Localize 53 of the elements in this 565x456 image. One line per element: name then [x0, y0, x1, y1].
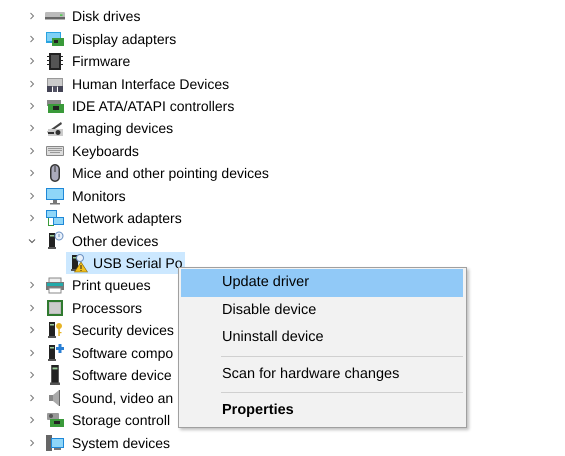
menu-item[interactable]: Disable device	[181, 296, 463, 324]
device-plus-icon	[45, 342, 65, 363]
expand-chevron-icon[interactable]	[27, 56, 37, 66]
expand-chevron-icon[interactable]	[27, 190, 37, 201]
expand-chevron-icon[interactable]	[27, 438, 37, 448]
expand-chevron-icon[interactable]	[27, 415, 37, 426]
tree-item[interactable]: Print queues	[70, 276, 153, 294]
expand-chevron-icon[interactable]	[27, 11, 37, 22]
monitor-icon	[45, 186, 65, 206]
computer-icon	[45, 432, 65, 453]
tree-item[interactable]: Other devices	[70, 232, 160, 250]
expand-chevron-icon[interactable]	[27, 325, 37, 336]
expand-chevron-icon[interactable]	[27, 168, 37, 178]
tree-item[interactable]: Network adapters	[70, 209, 184, 228]
tree-item[interactable]: Sound, video an	[70, 388, 176, 407]
expand-chevron-icon[interactable]	[27, 348, 37, 358]
tree-item[interactable]: Firmware	[70, 52, 132, 70]
tree-item[interactable]: System devices	[70, 434, 172, 452]
tree-item[interactable]: Keyboards	[70, 142, 141, 160]
device-icon	[50, 365, 60, 386]
disk-drive-icon	[45, 12, 65, 20]
expand-chevron-icon[interactable]	[27, 146, 37, 156]
menu-item[interactable]: Update driver	[181, 269, 463, 296]
expand-chevron-icon[interactable]	[27, 370, 37, 380]
expand-chevron-icon[interactable]	[27, 280, 37, 290]
expand-chevron-icon[interactable]	[27, 78, 37, 89]
expand-chevron-icon[interactable]	[27, 392, 37, 403]
network-icon	[45, 208, 65, 228]
tree-item[interactable]: Disk drives	[70, 7, 142, 26]
expand-chevron-icon[interactable]	[27, 123, 37, 134]
tree-item[interactable]: Human Interface Devices	[70, 74, 232, 93]
tree-item[interactable]: Software device	[70, 366, 174, 384]
tree-item[interactable]: Mice and other pointing devices	[70, 164, 271, 182]
tree-item[interactable]: Storage controll	[70, 411, 172, 430]
device-key-icon	[45, 320, 65, 340]
expand-chevron-icon[interactable]	[27, 34, 37, 44]
tree-item[interactable]: Security devices	[70, 321, 176, 340]
tree-item[interactable]: Display adapters	[70, 30, 178, 48]
tree-item[interactable]: Software compo	[70, 344, 176, 362]
expand-chevron-icon[interactable]	[27, 302, 37, 313]
tree-item[interactable]: IDE ATA/ATAPI controllers	[70, 96, 236, 115]
expand-chevron-icon[interactable]	[27, 100, 37, 111]
tree-item[interactable]: Imaging devices	[70, 119, 176, 138]
chip-icon	[45, 51, 65, 72]
tree-item[interactable]: Monitors	[70, 186, 128, 205]
menu-item[interactable]: Properties	[181, 397, 463, 424]
menu-item[interactable]: Uninstall device	[181, 324, 463, 352]
processor-icon	[45, 298, 65, 318]
printer-icon	[45, 275, 65, 296]
expand-chevron-icon[interactable]	[27, 213, 37, 224]
tree-item[interactable]: Processors	[70, 298, 144, 317]
device-warning-icon	[68, 253, 88, 274]
menu-item[interactable]: Scan for hardware changes	[181, 360, 463, 388]
